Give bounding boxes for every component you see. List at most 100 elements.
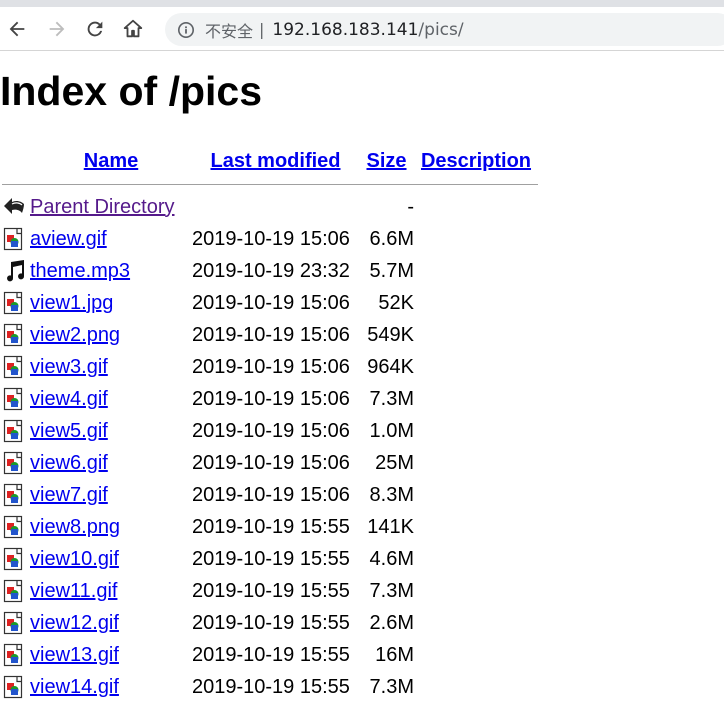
last-modified-cell: 2019-10-19 15:55 <box>192 515 350 538</box>
reload-icon <box>87 21 103 36</box>
file-link[interactable]: view13.gif <box>30 644 119 666</box>
file-link[interactable]: view10.gif <box>30 548 119 570</box>
file-link[interactable]: view6.gif <box>30 452 108 474</box>
description-header: Description <box>414 145 538 177</box>
image-icon <box>3 515 23 539</box>
file-link[interactable]: view5.gif <box>30 420 108 442</box>
table-row: view6.gif 2019-10-19 15:06 25M <box>0 447 538 479</box>
description-cell <box>414 415 538 447</box>
url-host: 192.168.183.141 <box>272 19 419 40</box>
table-row: view8.png 2019-10-19 15:55 141K <box>0 511 538 543</box>
description-cell <box>414 575 538 607</box>
size-cell: 7.3M <box>369 387 414 410</box>
last-modified-cell: 2019-10-19 15:06 <box>192 451 350 474</box>
last-modified-cell: 2019-10-19 23:32 <box>192 259 350 282</box>
image-icon <box>3 483 23 507</box>
back-arrow-icon <box>9 21 25 36</box>
last-modified-cell: 2019-10-19 15:55 <box>192 579 350 602</box>
image-icon <box>3 387 23 411</box>
header-row: Name Last modified Size Description <box>0 145 538 177</box>
table-row: theme.mp3 2019-10-19 23:32 5.7M <box>0 255 538 287</box>
sort-by-name-link[interactable]: Name <box>84 150 138 172</box>
sort-by-size-link[interactable]: Size <box>366 150 406 172</box>
size-cell: 7.3M <box>369 675 414 698</box>
file-link[interactable]: view12.gif <box>30 612 119 634</box>
last-modified-header: Last modified <box>192 145 359 177</box>
security-label: 不安全 <box>205 21 254 41</box>
image-icon <box>3 323 23 347</box>
description-cell <box>414 607 538 639</box>
back-folder-icon <box>4 198 24 214</box>
last-modified-cell: 2019-10-19 15:55 <box>192 643 350 666</box>
parent-directory-link[interactable]: Parent Directory <box>30 196 175 218</box>
file-link[interactable]: view8.png <box>30 516 120 538</box>
file-link[interactable]: view1.jpg <box>30 292 113 314</box>
size-cell: 964K <box>367 355 414 378</box>
last-modified-cell: 2019-10-19 15:06 <box>192 227 350 250</box>
size-cell: 4.6M <box>369 547 414 570</box>
page-title: Index of /pics <box>0 68 262 114</box>
size-cell: 52K <box>378 291 414 314</box>
last-modified-cell: 2019-10-19 15:06 <box>192 323 350 346</box>
home-icon <box>123 19 143 37</box>
file-link[interactable]: view2.png <box>30 324 120 346</box>
parent-size: - <box>407 195 414 218</box>
table-row: view13.gif 2019-10-19 15:55 16M <box>0 639 538 671</box>
file-link[interactable]: aview.gif <box>30 228 107 250</box>
last-modified-cell: 2019-10-19 15:55 <box>192 675 350 698</box>
browser-toolbar: 不安全 | 192.168.183.141/pics/ <box>0 7 724 51</box>
image-icon <box>3 611 23 635</box>
address-bar[interactable]: 不安全 | 192.168.183.141/pics/ <box>165 13 724 46</box>
file-link[interactable]: view14.gif <box>30 676 119 698</box>
last-modified-cell: 2019-10-19 15:06 <box>192 291 350 314</box>
size-cell: 8.3M <box>369 483 414 506</box>
sort-by-description-link[interactable]: Description <box>421 150 531 172</box>
image-icon <box>3 579 23 603</box>
url-path: /pics/ <box>418 19 464 40</box>
description-cell <box>414 287 538 319</box>
back-button[interactable] <box>2 14 32 44</box>
name-header: Name <box>30 145 192 177</box>
size-cell: 141K <box>367 515 414 538</box>
image-icon <box>3 355 23 379</box>
size-cell: 5.7M <box>369 259 414 282</box>
size-cell: 16M <box>375 643 414 666</box>
size-header: Size <box>359 145 414 177</box>
table-row: aview.gif 2019-10-19 15:06 6.6M <box>0 223 538 255</box>
reload-button[interactable] <box>80 14 110 44</box>
file-link[interactable]: view7.gif <box>30 484 108 506</box>
last-modified-cell: 2019-10-19 15:55 <box>192 611 350 634</box>
size-cell: 1.0M <box>369 419 414 442</box>
image-icon <box>3 451 23 475</box>
image-icon <box>3 227 23 251</box>
sort-by-last-modified-link[interactable]: Last modified <box>210 150 340 172</box>
forward-button[interactable] <box>42 14 72 44</box>
table-row: view11.gif 2019-10-19 15:55 7.3M <box>0 575 538 607</box>
url-separator: | <box>259 20 265 39</box>
table-row: view4.gif 2019-10-19 15:06 7.3M <box>0 383 538 415</box>
size-cell: 549K <box>367 323 414 346</box>
file-link[interactable]: view4.gif <box>30 388 108 410</box>
info-icon[interactable] <box>177 21 195 39</box>
table-row: view1.jpg 2019-10-19 15:06 52K <box>0 287 538 319</box>
header-divider-row <box>0 177 538 191</box>
file-link[interactable]: view3.gif <box>30 356 108 378</box>
table-row: view10.gif 2019-10-19 15:55 4.6M <box>0 543 538 575</box>
size-cell: 6.6M <box>369 227 414 250</box>
table-row: view7.gif 2019-10-19 15:06 8.3M <box>0 479 538 511</box>
file-link[interactable]: view11.gif <box>30 580 117 602</box>
file-link[interactable]: theme.mp3 <box>30 260 130 282</box>
image-icon <box>3 675 23 699</box>
size-cell: 7.3M <box>369 579 414 602</box>
description-cell <box>414 511 538 543</box>
parent-directory-row: Parent Directory - <box>0 191 538 223</box>
description-cell <box>414 223 538 255</box>
table-row: view12.gif 2019-10-19 15:55 2.6M <box>0 607 538 639</box>
forward-arrow-icon <box>49 21 65 36</box>
description-cell <box>414 639 538 671</box>
description-cell <box>414 351 538 383</box>
divider <box>2 183 538 185</box>
home-button[interactable] <box>118 14 148 44</box>
tab-strip <box>0 0 724 7</box>
table-row: view5.gif 2019-10-19 15:06 1.0M <box>0 415 538 447</box>
